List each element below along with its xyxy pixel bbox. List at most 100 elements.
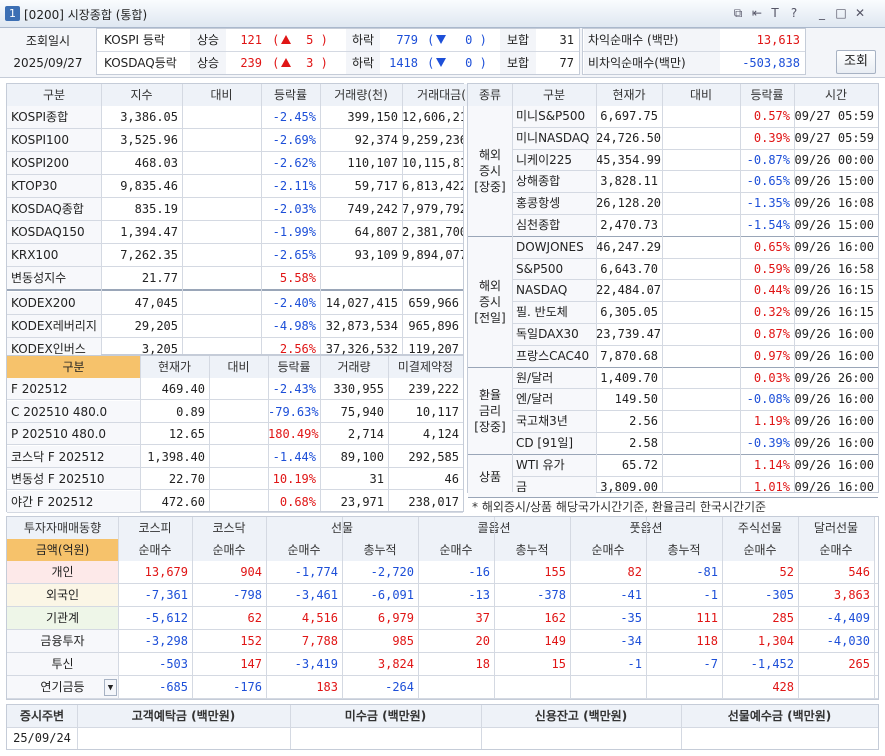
investor-value: -1 [627, 657, 642, 671]
down-arrow-icon [436, 58, 447, 67]
table-row[interactable]: 기관계 -5,612 62 4,516 6,979 37 162 -35 111 285 -4,40… [7, 607, 878, 630]
table-row[interactable]: 변동성지수21.77▲1.155.58% [7, 267, 463, 290]
table-row[interactable]: 변동성 F 20251022.70▲2.1010.19%3146 [7, 468, 463, 490]
table-row[interactable]: 프랑스CAC407,870.68▲75.260.97%09/26 16:00 [512, 345, 878, 368]
table-row[interactable]: 미니S&P5006,697.75▲38.000.57%09/27 05:59 [512, 106, 878, 128]
table-row[interactable]: 외국인 -7,361 -798 -3,461 -6,091 -13 -378 -41 -1 -30… [7, 584, 878, 607]
table-row[interactable]: NASDAQ22,484.07▲99.370.44%09/26 16:15 [512, 280, 878, 303]
sub-header: 순매수 [118, 539, 192, 561]
investor-value: -4,030 [826, 634, 870, 648]
contract-rate: -2.43% [272, 382, 316, 396]
table-row[interactable]: 코스닥 F 2025121,398.40▼20.60-1.44%89,10029… [7, 445, 463, 468]
pin-icon[interactable]: ⇤ [750, 5, 764, 21]
index-rate: -2.62% [272, 156, 316, 170]
instrument-time: 09/26 15:00 [794, 174, 874, 189]
table-row[interactable]: KOSPI1003,525.96▼97.30-2.69%92,3749,259,… [7, 129, 463, 152]
table-row[interactable]: 미니NASDAQ24,726.50▲97.250.39%09/27 05:59 [512, 127, 878, 150]
index-volume: 110,107 [347, 156, 398, 170]
table-row[interactable]: WTI 유가65.72▲0.741.14%09/26 16:00 [512, 454, 878, 477]
table-row[interactable]: 홍콩항셍26,128.20▼356.48-1.35%09/26 16:08 [512, 193, 878, 215]
table-row[interactable]: KODEX레버리지29,205▼1,530-4.98%32,873,534965… [7, 315, 463, 338]
close-icon[interactable]: ✕ [853, 5, 867, 21]
arb-label: 차익순매수 (백만) [584, 29, 720, 51]
table-row[interactable]: 금융투자 -3,298 152 7,788 985 20 149 -34 118 1,304 -4,… [7, 630, 878, 653]
index-volume: 92,374 [354, 133, 398, 147]
query-button[interactable]: 조회 [836, 50, 876, 74]
table-row[interactable]: 개인 13,679 904 -1,774 -2,720 -16 155 82 -81 52 546 [7, 561, 878, 584]
table-row[interactable]: 야간 F 202512472.60▲3.200.68%23,971238,017 [7, 490, 463, 513]
sub-header: 순매수 [418, 539, 494, 561]
column-header: 고객예탁금 (백만원) [77, 705, 290, 727]
table-row[interactable]: 심천종합2,470.73▼38.56-1.54%09/26 15:00 [512, 215, 878, 237]
table-row[interactable]: 필. 반도체6,305.05▲20.380.32%09/26 16:15 [512, 302, 878, 324]
instrument-rate: -1.35% [746, 196, 790, 211]
kosdaq-up-count: 239 [240, 56, 262, 70]
investor-value: -1,452 [750, 657, 794, 671]
table-row[interactable]: 투신 -503 147 -3,419 3,824 18 15 -1 -7 -1,452 265 [7, 653, 878, 676]
index-rate: -2.69% [272, 133, 316, 147]
investor-value: -7,361 [144, 588, 188, 602]
maximize-icon[interactable]: □ [834, 5, 848, 21]
instrument-time: 09/26 16:00 [794, 348, 874, 363]
minimize-icon[interactable]: _ [815, 5, 829, 21]
table-row[interactable]: 니케이22545,354.99▼399.94-0.87%09/26 00:00 [512, 149, 878, 172]
investor-value: -503 [159, 657, 188, 671]
investor-value: -4,409 [826, 611, 870, 625]
restore-icon[interactable]: ⧉ [731, 5, 745, 21]
kosdaq-down-change: (0 ) [427, 56, 487, 70]
table-row[interactable]: 국고채3년2.56▲0.031.19%09/26 16:00 [512, 411, 878, 433]
index-rate: -4.98% [272, 319, 316, 333]
index-name: KOSPI200 [7, 152, 101, 174]
text-icon[interactable]: T [768, 5, 782, 21]
instrument-price: 7,870.68 [600, 348, 658, 363]
instrument-rate: 0.87% [753, 327, 790, 341]
window-number-badge: 1 [5, 6, 20, 21]
instrument-price: 26,128.20 [596, 196, 662, 211]
table-row[interactable]: 상해종합3,828.11▼25.20-0.65%09/26 15:00 [512, 171, 878, 194]
column-header: 구분 [7, 84, 101, 106]
table-row[interactable]: KRX1007,262.35▼97.95-2.65%93,1099,894,07… [7, 244, 463, 267]
open-interest: 239,222 [408, 382, 459, 396]
instrument-time: 09/26 00:00 [794, 152, 874, 167]
table-row[interactable]: KOSDAQ1501,394.47▼28.27-1.99%64,8072,381… [7, 221, 463, 244]
investor-value: 546 [848, 565, 870, 579]
column-header: 구분 [7, 356, 140, 378]
investor-value: 3,863 [833, 588, 870, 602]
table-row[interactable]: KOSPI종합3,386.05▼85.06-2.45%399,15012,606… [7, 106, 463, 129]
dropdown-arrow-icon[interactable]: ▼ [104, 679, 117, 696]
table-row[interactable]: F 202512469.40▼11.70-2.43%330,955239,222 [7, 378, 463, 400]
table-row[interactable]: KOSDAQ종합835.19▼17.29-2.03%749,2427,979,7… [7, 198, 463, 221]
index-volume: 399,150 [347, 110, 398, 124]
open-interest: 238,017 [408, 494, 459, 509]
table-row[interactable]: KODEX20047,045▼1,155-2.40%14,027,415659,… [7, 292, 463, 315]
index-name: KOSDAQ종합 [7, 198, 101, 220]
investor-value: 162 [544, 611, 566, 625]
contract-volume: 2,714 [347, 427, 384, 441]
index-rate: -2.40% [272, 296, 316, 310]
index-value: 1,394.47 [120, 225, 178, 239]
table-row[interactable]: KOSPI200468.03▼12.60-2.62%110,10710,115,… [7, 152, 463, 175]
investor-value: 37 [475, 611, 490, 625]
instrument-time: 09/26 15:00 [794, 218, 874, 232]
table-row[interactable]: DOWJONES46,247.29▲299.970.65%09/26 16:00 [512, 236, 878, 259]
table-row[interactable]: 독일DAX3023,739.47▲204.640.87%09/26 16:00 [512, 324, 878, 346]
investor-value: -5,612 [144, 611, 188, 625]
investor-value: 20 [475, 634, 490, 648]
table-row[interactable]: 원/달러1,409.70▲0.400.03%09/26 26:00 [512, 367, 878, 390]
table-row[interactable]: 엔/달러149.50▼0.12-0.08%09/26 16:00 [512, 389, 878, 412]
investor-value: -685 [159, 680, 188, 694]
table-row[interactable]: KTOP309,835.46▼11.73-2.11%59,7176,813,42… [7, 175, 463, 198]
table-row[interactable]: P 202510 480.012.65▲8.14180.49%2,7144,12… [7, 423, 463, 445]
market-deposit-table: 증시주변 고객예탁금 (백만원) 미수금 (백만원) 신용잔고 (백만원) 선물예수금 … [6, 704, 879, 750]
help-icon[interactable]: ? [787, 5, 801, 21]
index-name: KOSDAQ150 [7, 221, 101, 243]
instrument-name: WTI 유가 [512, 454, 596, 477]
investor-value: 152 [240, 634, 262, 648]
table-row[interactable]: S&P5006,643.70▲38.980.59%09/26 16:58 [512, 258, 878, 281]
table-row[interactable]: C 202510 480.00.89▼3.48-79.63%75,94010,1… [7, 400, 463, 423]
investor-value: -41 [620, 588, 642, 602]
instrument-rate: 1.14% [753, 457, 790, 472]
table-row[interactable]: CD [91일]2.58▼0.01-0.39%09/26 16:00 [512, 433, 878, 455]
table-row[interactable]: 연기금등 ▼ -685 -176 183 -264 428 [7, 676, 878, 699]
index-amount: 2,381,700 [402, 225, 463, 239]
